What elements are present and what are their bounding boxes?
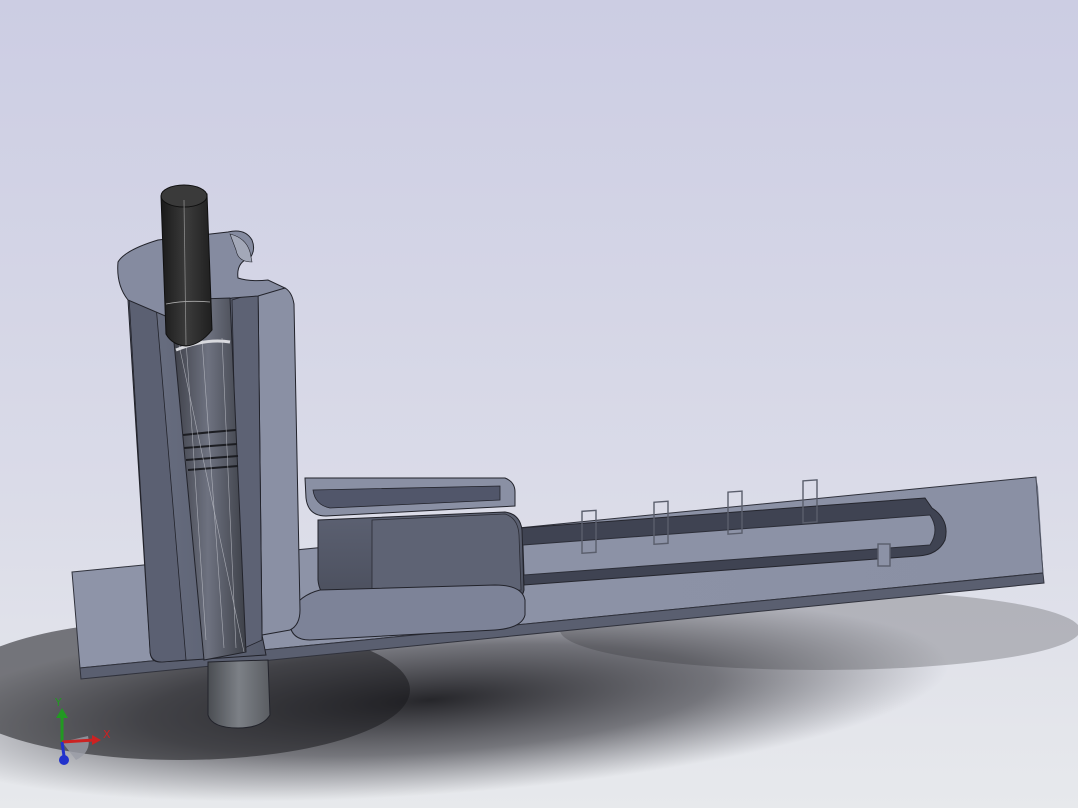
tower-side [257, 287, 301, 636]
triad-x-axis [61, 738, 95, 744]
shaft-bottom [207, 659, 271, 729]
triad-y-label: Y [54, 696, 62, 709]
shaft-top [160, 193, 213, 347]
triad-z-axis [60, 741, 66, 757]
triad-z-arrow [59, 755, 69, 765]
graphics-viewport[interactable]: Y X [0, 0, 1078, 808]
triad-x-label: X [103, 728, 111, 741]
